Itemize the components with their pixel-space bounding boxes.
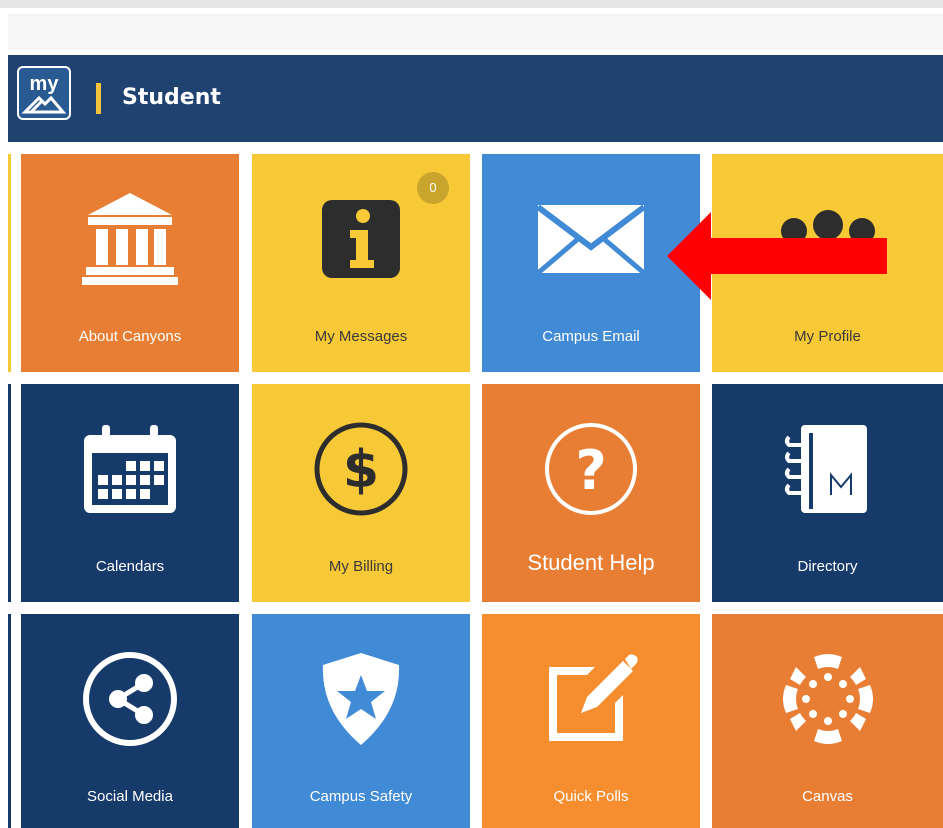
tile-student-help[interactable]: ? Student Help [482,384,700,602]
my-logo[interactable]: my [17,66,71,120]
tile-quick-polls[interactable]: Quick Polls [482,614,700,828]
edge-strip [8,154,11,372]
edge-strip [8,384,11,602]
tile-label: Campus Safety [309,788,413,805]
message-count-badge: 0 [417,172,449,204]
svg-text:$: $ [343,440,379,500]
tile-directory[interactable]: Directory [712,384,943,602]
page-title: Student [122,85,221,110]
tile-canvas[interactable]: Canvas [712,614,943,828]
tile-about-canyons[interactable]: About Canyons [21,154,239,372]
tile-my-messages[interactable]: 0 My Messages [252,154,470,372]
edit-icon [482,614,700,784]
dollar-icon: $ [252,384,470,554]
svg-text:?: ? [575,439,606,502]
app-header: my Student [8,55,943,142]
notebook-icon [712,384,943,554]
question-icon: ? [482,384,700,554]
canvas-icon [712,614,943,784]
tile-label: My Profile [794,328,861,345]
tile-campus-safety[interactable]: Campus Safety [252,614,470,828]
tile-calendars[interactable]: Calendars [21,384,239,602]
logo-icon: my [21,73,67,114]
tile-label: Social Media [87,788,173,805]
tile-social-media[interactable]: Social Media [21,614,239,828]
tile-label: Campus Email [542,328,640,345]
tile-label: Student Help [527,550,655,575]
tile-label: Directory [797,558,858,575]
browser-toolbar [8,14,943,50]
header-divider [96,83,101,114]
edge-strip [8,614,11,828]
top-border [0,0,943,8]
tile-my-billing[interactable]: $ My Billing [252,384,470,602]
tile-label: Calendars [95,558,165,575]
calendar-icon [21,384,239,554]
share-icon [21,614,239,784]
tile-label: About Canyons [78,328,182,345]
tile-label: Canvas [802,788,853,805]
tile-label: My Billing [328,558,394,575]
red-arrow-icon [667,212,889,305]
building-icon [21,154,239,324]
svg-text:my: my [30,73,60,95]
tile-label: Quick Polls [553,788,629,805]
badge-star-icon [252,614,470,784]
tile-label: My Messages [314,328,408,345]
